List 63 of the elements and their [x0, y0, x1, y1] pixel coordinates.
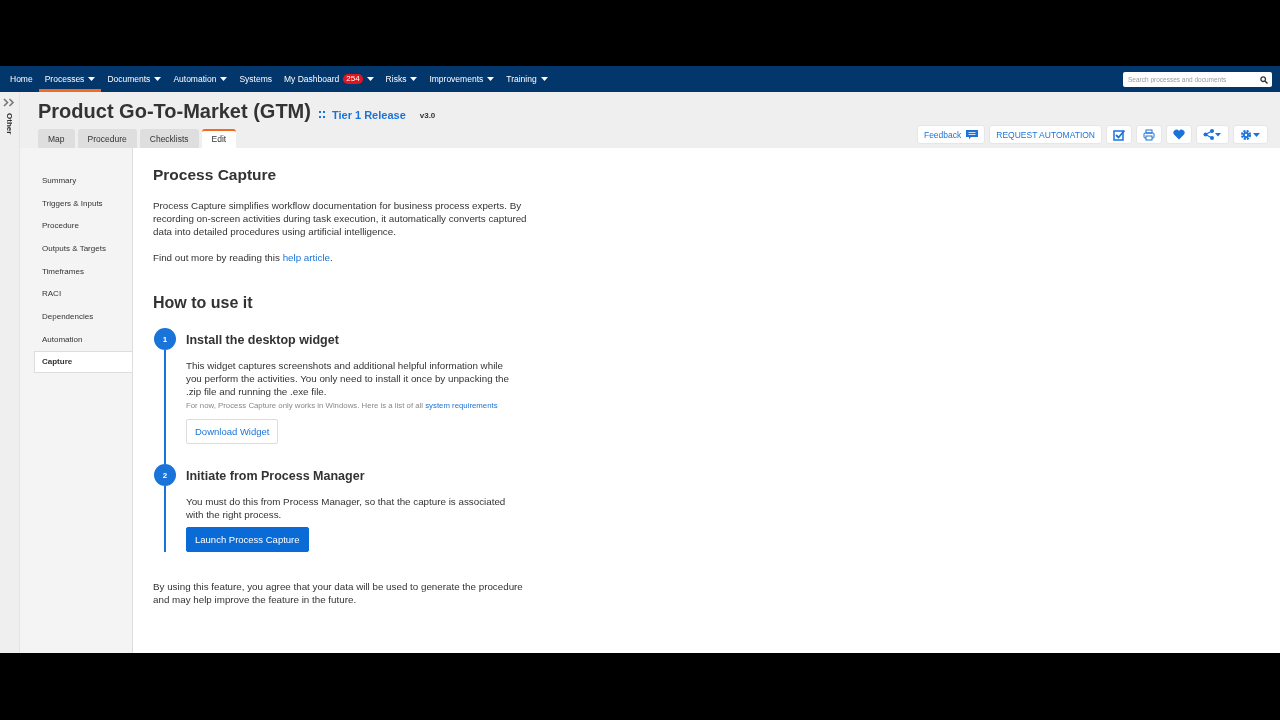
checkbox-icon	[1113, 128, 1125, 141]
step-number: 1	[154, 328, 176, 350]
sidebar-item[interactable]: RACI	[34, 282, 132, 306]
sidebar-item[interactable]: Automation	[34, 327, 132, 351]
expand-icon[interactable]	[3, 98, 16, 107]
share-button[interactable]	[1196, 125, 1229, 144]
nav-item[interactable]: Documents	[101, 66, 168, 92]
caret-icon	[540, 77, 548, 81]
sidebar-item[interactable]: Procedure	[34, 214, 132, 238]
help-sentence: Find out more by reading this help article.	[153, 251, 334, 264]
tab[interactable]: Checklists	[139, 129, 199, 148]
nav-item[interactable]: Automation	[167, 66, 234, 92]
caret-icon	[366, 77, 374, 81]
nav-item[interactable]: Risks	[379, 66, 424, 92]
caret-icon	[410, 77, 418, 81]
settings-icon	[1240, 128, 1261, 141]
caret-icon	[88, 77, 96, 81]
tab[interactable]: Map	[38, 129, 75, 148]
printer-icon	[1143, 128, 1155, 141]
step-description: This widget captures screenshots and additional helpful information while you perform the activities. You only need to install it once by unpacking the .zip file and running the .exe file.	[186, 359, 510, 398]
search-icon	[1260, 75, 1268, 84]
nav-item[interactable]: My Dashboard 254	[277, 66, 380, 92]
version-label: v3.0	[419, 111, 436, 120]
heart-button[interactable]	[1166, 125, 1192, 144]
help-link[interactable]: help article	[282, 252, 330, 263]
section-title: Process Capture	[153, 166, 278, 184]
step-title: Initiate from Process Manager	[186, 469, 366, 483]
intro-paragraph: Process Capture simplifies workflow documentation for business process experts. By recording on-screen activities during task execution, it automatically converts captured data into detailed procedures using artificial intelligence.	[153, 199, 528, 238]
request-automation-button[interactable]: REQUEST AUTOMATION	[989, 125, 1102, 144]
caret-icon	[487, 77, 495, 81]
share-icon	[1203, 129, 1222, 140]
step-description: You must do this from Process Manager, so that the capture is associated with the right process.	[186, 495, 507, 521]
page-title: Product Go-To-Market (GTM)	[38, 100, 311, 123]
download-button[interactable]: Download Widget	[186, 419, 279, 444]
tab[interactable]: Edit	[201, 129, 237, 148]
grip-icon	[318, 111, 325, 118]
feedback-button[interactable]: Feedback	[916, 125, 986, 144]
print-button[interactable]	[1136, 125, 1162, 144]
nav-item[interactable]: Home	[4, 66, 39, 92]
heart-icon	[1173, 129, 1185, 140]
section-heading: How to use it	[153, 294, 254, 312]
tab[interactable]: Procedure	[77, 129, 137, 148]
count-badge: 254	[343, 74, 363, 84]
step-title: Install the desktop widget	[186, 333, 340, 347]
sidebar-item[interactable]: Outputs & Targets	[34, 237, 132, 260]
check-button[interactable]	[1106, 125, 1132, 144]
step-number: 2	[154, 464, 176, 486]
caret-icon	[154, 77, 162, 81]
sidebar-item[interactable]: Triggers & Inputs	[34, 191, 132, 215]
nav-item[interactable]: Systems	[233, 66, 278, 92]
nav-item[interactable]: Training	[500, 66, 554, 92]
launch-button[interactable]: Launch Process Capture	[186, 527, 309, 552]
caret-icon	[220, 77, 228, 81]
sidebar-item[interactable]: Timeframes	[34, 259, 132, 283]
sidebar-item[interactable]: Dependencies	[34, 305, 132, 328]
chat-icon	[966, 129, 979, 140]
nav-item[interactable]: Improvements	[423, 66, 501, 92]
sidebar-item[interactable]: Summary	[34, 169, 132, 192]
release-link[interactable]: Tier 1 Release	[318, 108, 406, 121]
settings-button[interactable]	[1233, 125, 1268, 144]
sidebar-item[interactable]: Capture	[34, 350, 132, 374]
consent-paragraph: By using this feature, you agree that your data will be used to generate the procedure and may help improve the feature in the future.	[153, 580, 524, 606]
side-tab-label[interactable]: Other	[5, 113, 14, 135]
